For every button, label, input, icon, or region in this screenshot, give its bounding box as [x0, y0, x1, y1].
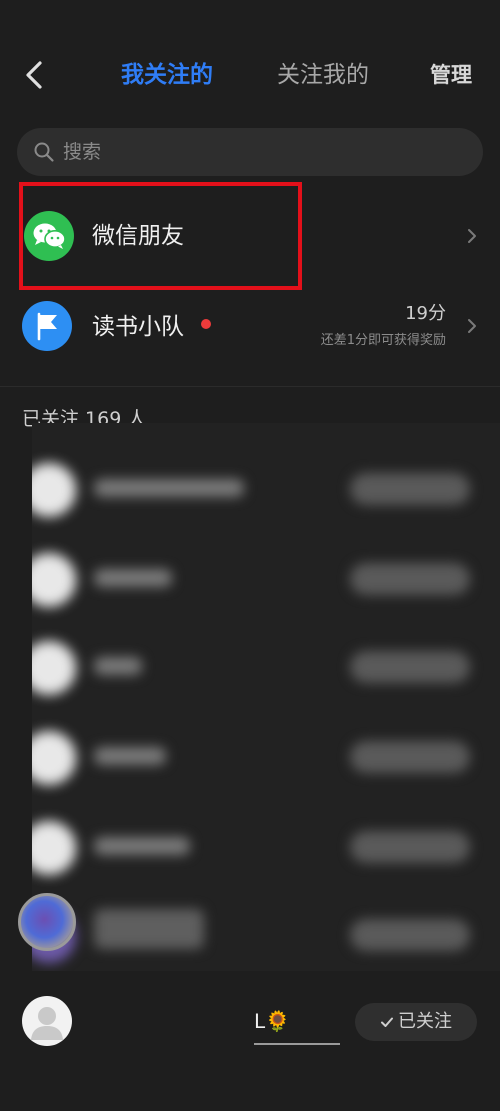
blurred-name	[94, 569, 172, 587]
blurred-follow-button[interactable]	[350, 651, 470, 683]
team-score: 19分	[405, 303, 446, 324]
avatar	[32, 821, 76, 875]
blurred-following-list	[32, 423, 500, 971]
search-icon	[34, 142, 54, 162]
reading-team-title: 读书小队	[92, 314, 184, 340]
blurred-name	[94, 909, 204, 949]
list-item[interactable]	[32, 443, 500, 533]
blurred-follow-button[interactable]	[350, 563, 470, 595]
check-icon	[381, 1017, 393, 1027]
chevron-right-icon	[468, 229, 476, 243]
tab-my-followers[interactable]: 关注我的	[277, 58, 369, 92]
flag-icon	[22, 301, 72, 351]
section-divider	[0, 386, 500, 387]
blurred-name	[94, 479, 244, 497]
manage-button[interactable]: 管理	[430, 58, 472, 92]
team-reward-hint: 还差1分即可获得奖励	[320, 333, 446, 348]
avatar	[32, 731, 76, 785]
blurred-name	[94, 747, 166, 765]
blurred-follow-button[interactable]	[350, 831, 470, 863]
avatar	[18, 893, 76, 951]
avatar	[32, 463, 76, 517]
avatar	[32, 553, 76, 607]
avatar	[32, 641, 76, 695]
user-name-fragment: ᒪ🌻	[254, 1009, 291, 1033]
blurred-follow-button[interactable]	[350, 741, 470, 773]
default-user-avatar-icon	[22, 996, 72, 1046]
blurred-follow-button[interactable]	[350, 473, 470, 505]
blurred-follow-button[interactable]	[350, 919, 470, 951]
chevron-right-icon	[468, 319, 476, 333]
list-item[interactable]	[32, 801, 500, 891]
list-item[interactable]	[32, 621, 500, 711]
list-item[interactable]	[32, 711, 500, 801]
followed-button-label: 已关注	[398, 1011, 452, 1032]
blurred-name	[94, 657, 142, 675]
unread-dot	[201, 319, 211, 329]
back-arrow-icon[interactable]	[18, 58, 52, 92]
name-underline	[254, 1043, 340, 1045]
search-input[interactable]: 搜索	[17, 128, 483, 176]
tab-my-following[interactable]: 我关注的	[121, 58, 213, 92]
search-placeholder: 搜索	[63, 141, 102, 163]
list-item[interactable]	[32, 533, 500, 623]
highlight-annotation	[19, 182, 302, 290]
blurred-name	[94, 837, 190, 855]
list-item[interactable]	[32, 889, 500, 971]
followed-button[interactable]: 已关注	[355, 1003, 477, 1041]
